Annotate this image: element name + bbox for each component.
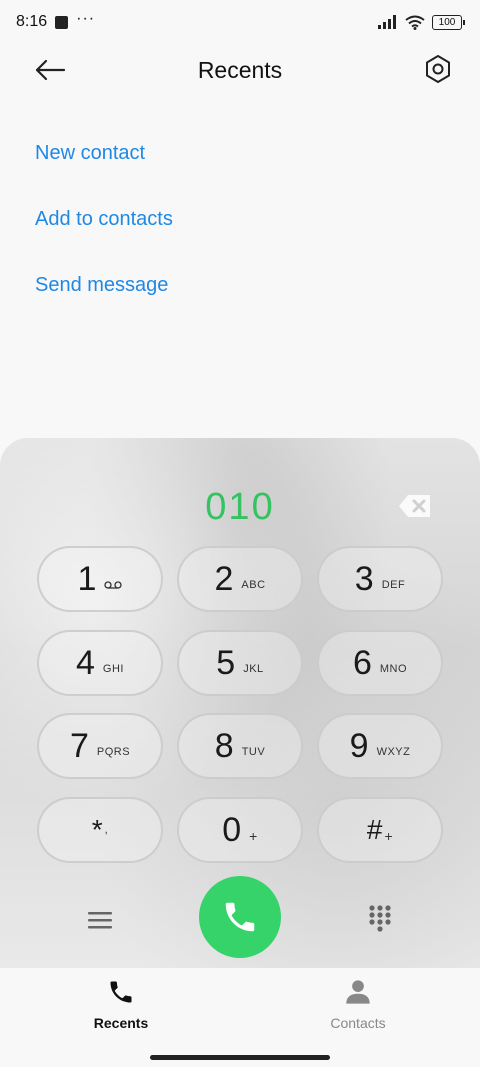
- phone-icon: [225, 902, 255, 932]
- key-digit: 8: [214, 726, 234, 765]
- keypad-toggle-button[interactable]: [368, 904, 392, 932]
- key-star[interactable]: * ,: [37, 797, 163, 863]
- key-letters: JKL: [243, 663, 264, 675]
- back-arrow-icon: [35, 59, 66, 81]
- key-9[interactable]: 9 WXYZ: [317, 713, 443, 779]
- page-title: Recents: [197, 56, 283, 83]
- key-4[interactable]: 4 GHI: [37, 630, 163, 696]
- key-letters: +: [384, 828, 394, 844]
- bottom-nav: Recents Contacts: [0, 968, 480, 1067]
- key-5[interactable]: 5 JKL: [177, 630, 303, 696]
- settings-hexagon-icon: [426, 55, 450, 83]
- status-left: 8:16 ···: [16, 10, 96, 31]
- key-letters: GHI: [102, 663, 124, 675]
- key-letters: MNO: [379, 663, 408, 675]
- key-digit: 7: [69, 726, 89, 765]
- key-1[interactable]: 1: [37, 546, 163, 612]
- menu-button[interactable]: [86, 908, 114, 932]
- backspace-button[interactable]: [398, 494, 432, 518]
- settings-button[interactable]: [424, 54, 452, 84]
- signal-icon: [378, 15, 396, 29]
- keypad-dots-icon: [369, 905, 391, 932]
- status-bar: 8:16 ··· 100: [0, 0, 480, 44]
- home-indicator[interactable]: [150, 1055, 330, 1060]
- key-digit: 3: [354, 559, 374, 598]
- dialer-panel: 010 1 2 ABC 3 DEF 4 GHI 5 JKL 6 MNO 7 PQ…: [0, 438, 480, 968]
- key-7[interactable]: 7 PQRS: [37, 713, 163, 779]
- send-message-link[interactable]: Send message: [35, 270, 173, 336]
- key-digit: 2: [214, 559, 234, 598]
- key-digit: 0: [222, 810, 242, 849]
- more-notifications-icon: ···: [76, 10, 96, 27]
- key-0[interactable]: 0 +: [177, 797, 303, 863]
- key-letters: TUV: [241, 746, 266, 758]
- tab-recents-label: Recents: [93, 1015, 149, 1031]
- tab-contacts[interactable]: Contacts: [288, 978, 428, 1031]
- key-letters: ABC: [241, 579, 266, 591]
- key-digit: *: [91, 814, 103, 845]
- key-6[interactable]: 6 MNO: [317, 630, 443, 696]
- key-letters: ,: [104, 824, 109, 836]
- key-digit: 9: [349, 726, 369, 765]
- key-digit: 4: [76, 643, 95, 682]
- key-digit: #: [366, 814, 383, 845]
- key-digit: 1: [77, 559, 97, 598]
- key-8[interactable]: 8 TUV: [177, 713, 303, 779]
- status-time: 8:16: [16, 13, 48, 30]
- wifi-icon: [405, 15, 425, 30]
- voicemail-icon: [104, 581, 123, 589]
- action-list: New contact Add to contacts Send message: [35, 138, 173, 336]
- key-letters: WXYZ: [376, 746, 411, 758]
- back-button[interactable]: [34, 56, 66, 84]
- key-letters: PQRS: [96, 746, 131, 758]
- contacts-person-icon: [346, 980, 370, 1004]
- recents-phone-icon: [110, 981, 132, 1003]
- key-letters: +: [249, 828, 258, 844]
- key-hash[interactable]: # +: [317, 797, 443, 863]
- key-digit: 6: [352, 643, 372, 682]
- status-right: 100: [378, 14, 465, 30]
- key-digit: 5: [216, 643, 236, 682]
- backspace-icon: [399, 495, 430, 517]
- key-3[interactable]: 3 DEF: [317, 546, 443, 612]
- hamburger-menu-icon: [88, 912, 112, 929]
- new-contact-link[interactable]: New contact: [35, 138, 173, 204]
- add-to-contacts-link[interactable]: Add to contacts: [35, 204, 173, 270]
- call-button[interactable]: [199, 876, 281, 958]
- key-2[interactable]: 2 ABC: [177, 546, 303, 612]
- header: Recents: [0, 44, 480, 96]
- notification-square-icon: [55, 15, 69, 29]
- battery-icon: 100: [432, 14, 465, 30]
- tab-recents[interactable]: Recents: [51, 978, 191, 1031]
- key-letters: DEF: [381, 579, 406, 591]
- tab-contacts-label: Contacts: [330, 1015, 386, 1031]
